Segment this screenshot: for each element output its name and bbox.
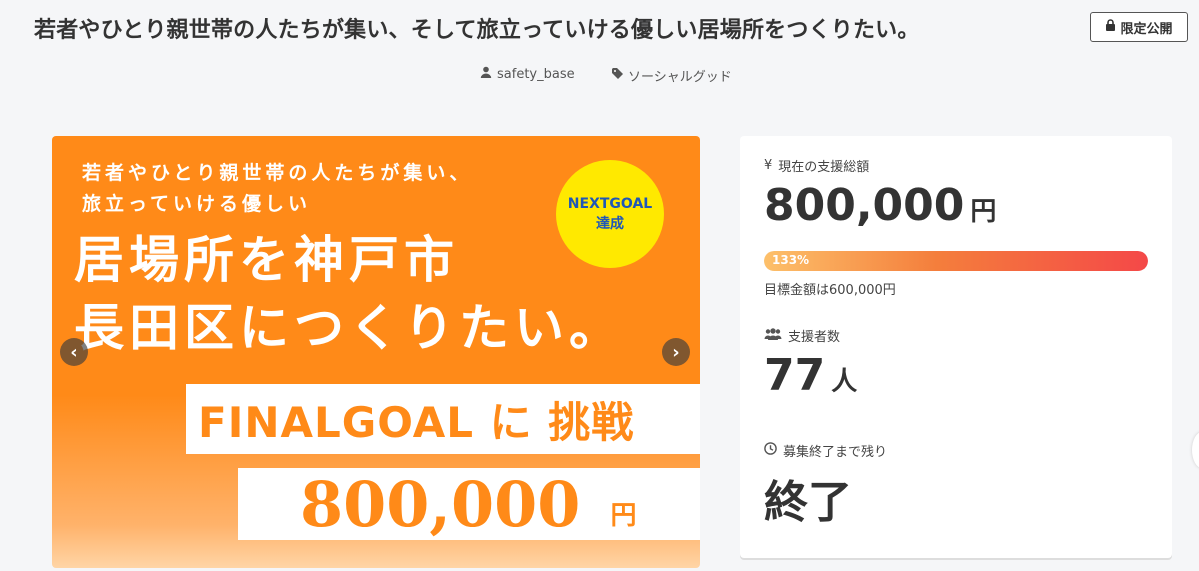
owner-name[interactable]: safety_base: [497, 67, 575, 82]
supporters-label: 支援者数: [764, 326, 840, 345]
hero-headline: 居場所を神戸市 長田区につくりたい。: [74, 226, 624, 362]
users-icon: [764, 327, 782, 344]
chevron-right-icon: ›: [672, 341, 680, 363]
next-goal-badge: NEXTGOAL 達成: [556, 160, 664, 268]
carousel-next-button[interactable]: ›: [662, 338, 690, 366]
target-amount: 目標金額は600,000円: [764, 283, 896, 298]
badge-label: 限定公開: [1120, 21, 1173, 37]
yen-icon: ¥: [764, 158, 773, 173]
supporters-number: 77: [764, 350, 826, 401]
hero-subtitle: 若者やひとり親世帯の人たちが集い、 旅立っていける優しい: [82, 158, 472, 220]
next-goal-achieved: 達成: [596, 216, 624, 232]
funding-stats-card: ¥ 現在の支援総額 800,000 円 133% 目標金額は600,000円 支援…: [740, 136, 1172, 558]
progress-percent: 133%: [772, 253, 810, 267]
funds-unit: 円: [970, 197, 997, 227]
project-category[interactable]: ソーシャルグッド: [612, 66, 732, 85]
hero-headline-line: 長田区につくりたい。: [74, 299, 624, 357]
final-goal-unit: 円: [610, 500, 637, 531]
limited-public-badge: 限定公開: [1090, 12, 1188, 42]
project-title: 若者やひとり親世帯の人たちが集い、そして旅立っていける優しい居場所をつくりたい。: [34, 18, 920, 43]
supporters-unit: 人: [831, 367, 858, 397]
remaining-label: 募集終了まで残り: [764, 441, 887, 460]
funds-label: ¥ 現在の支援総額: [764, 156, 869, 175]
hero-carousel[interactable]: 若者やひとり親世帯の人たちが集い、 旅立っていける優しい 居場所を神戸市 長田区…: [52, 136, 700, 568]
final-goal-amount: 800,000 円: [238, 467, 700, 541]
funds-label-text: 現在の支援総額: [778, 160, 870, 175]
progress-fill: [764, 251, 1148, 271]
project-owner[interactable]: safety_base: [480, 66, 575, 82]
lock-icon: [1105, 19, 1116, 35]
hero-subtitle-line: 旅立っていける優しい: [82, 193, 312, 215]
carousel-prev-button[interactable]: ‹: [60, 338, 88, 366]
user-icon: [480, 66, 492, 82]
final-goal-number: 800,000: [300, 467, 581, 541]
funds-number: 800,000: [764, 180, 965, 231]
remaining-value: 終了: [764, 466, 852, 530]
next-goal-text: NEXTGOAL: [567, 196, 653, 212]
progress-bar: 133%: [764, 251, 1148, 271]
supporters-value: 77 人: [764, 350, 857, 401]
hero-subtitle-line: 若者やひとり親世帯の人たちが集い、: [82, 162, 473, 184]
supporters-label-text: 支援者数: [788, 330, 841, 345]
clock-icon: [764, 442, 777, 459]
tag-icon: [612, 68, 623, 83]
category-name[interactable]: ソーシャルグッド: [628, 66, 732, 85]
remaining-status: 終了: [764, 477, 852, 528]
final-goal-banner: FINALGOAL に 挑戦: [186, 384, 700, 454]
funds-value: 800,000 円: [764, 180, 996, 231]
side-scroll-button[interactable]: [1192, 432, 1199, 468]
chevron-left-icon: ‹: [70, 341, 78, 363]
remaining-label-text: 募集終了まで残り: [783, 445, 888, 460]
hero-headline-line: 居場所を神戸市: [74, 231, 459, 289]
